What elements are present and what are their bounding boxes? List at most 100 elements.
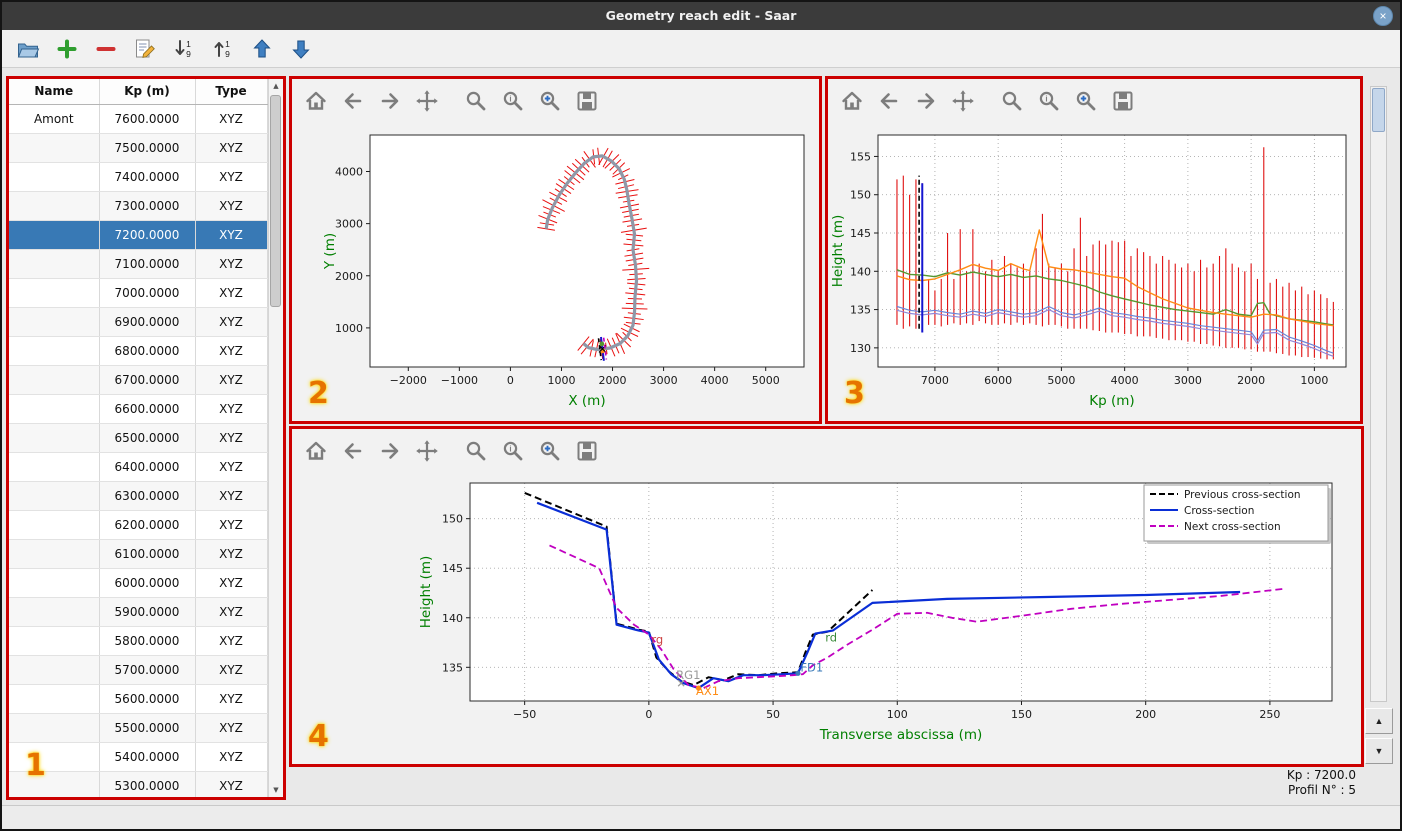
kp-cell: 6900.0000 [99,307,196,337]
zoom-original-icon[interactable]: i [501,89,525,113]
table-row[interactable]: 5700.0000 XYZ [9,655,268,685]
table-row[interactable]: 5800.0000 XYZ [9,626,268,656]
table-row[interactable]: Amont 7600.0000 XYZ [9,104,268,134]
svg-text:FD1: FD1 [800,660,823,674]
profile-up-button[interactable]: ▲ [1365,708,1393,734]
panel-label-3: 3 [844,376,865,411]
move-up-icon[interactable] [250,37,274,61]
svg-text:rd: rd [825,631,837,645]
legend: Previous cross-section Cross-section Next … [1143,484,1331,544]
table-row[interactable]: 7400.0000 XYZ [9,162,268,192]
longitudinal-profile-panel: i 7000 6000 5000 4000 3000 2000 1000 130 135 140 1… [825,76,1363,424]
zoom-icon[interactable] [1000,89,1024,113]
close-button[interactable]: × [1373,6,1393,26]
kp-cell: 7100.0000 [99,249,196,279]
forward-icon[interactable] [914,89,938,113]
table-row[interactable]: 6000.0000 XYZ [9,568,268,598]
forward-icon[interactable] [378,89,402,113]
table-scrollbar-thumb[interactable] [270,95,281,307]
back-icon[interactable] [341,439,365,463]
remove-icon[interactable] [94,37,118,61]
cross-section-panel: i −50 0 50 100 150 200 250 135 140 145 150 Transver… [289,426,1364,767]
add-icon[interactable] [55,37,79,61]
pan-icon[interactable] [415,439,439,463]
sort-ascending-icon[interactable]: 19 [211,37,235,61]
save-icon[interactable] [575,89,599,113]
table-row[interactable]: 5600.0000 XYZ [9,684,268,714]
home-icon[interactable] [304,439,328,463]
column-header[interactable]: Name [9,79,100,105]
panel-label-4: 4 [308,719,329,754]
zoom-icon[interactable] [464,89,488,113]
name-cell [9,394,100,424]
zoom-original-icon[interactable]: i [501,439,525,463]
type-cell: XYZ [195,423,268,453]
kp-cell: 5400.0000 [99,742,196,772]
name-cell [9,568,100,598]
save-icon[interactable] [1111,89,1135,113]
kp-cell: 5900.0000 [99,597,196,627]
column-header[interactable]: Kp (m) [99,79,196,105]
forward-icon[interactable] [378,439,402,463]
type-cell: XYZ [195,452,268,482]
panel-label-2: 2 [308,376,329,411]
longitudinal-chart[interactable]: 7000 6000 5000 4000 3000 2000 1000 130 135 140 145… [828,123,1360,421]
table-row[interactable]: 6800.0000 XYZ [9,336,268,366]
table-row[interactable]: 6600.0000 XYZ [9,394,268,424]
home-icon[interactable] [304,89,328,113]
move-down-icon[interactable] [289,37,313,61]
back-icon[interactable] [877,89,901,113]
edit-icon[interactable] [133,37,157,61]
zoom-original-icon[interactable]: i [1037,89,1061,113]
table-row[interactable]: 6200.0000 XYZ [9,510,268,540]
window-title: Geometry reach edit - Saar [605,8,797,23]
table-row[interactable]: 5500.0000 XYZ [9,713,268,743]
table-row[interactable]: 5300.0000 XYZ [9,771,268,797]
plan-chart[interactable]: −2000 −1000 0 1000 2000 3000 4000 5000 1000 2000 3… [292,123,819,421]
table-row[interactable]: 5400.0000 XYZ [9,742,268,772]
zoom-icon[interactable] [464,439,488,463]
svg-text:200: 200 [1135,708,1156,721]
plan-toolbar: i [292,79,819,123]
table-row[interactable]: 7000.0000 XYZ [9,278,268,308]
save-icon[interactable] [575,439,599,463]
table-row[interactable]: 7300.0000 XYZ [9,191,268,221]
table-row[interactable]: 6700.0000 XYZ [9,365,268,395]
back-icon[interactable] [341,89,365,113]
zoom-fit-icon[interactable] [1074,89,1098,113]
pan-icon[interactable] [951,89,975,113]
vertical-scrollbar[interactable] [1370,86,1387,702]
table-row[interactable]: 6400.0000 XYZ [9,452,268,482]
open-icon[interactable] [16,37,40,61]
zoom-fit-icon[interactable] [538,439,562,463]
sort-descending-icon[interactable]: 19 [172,37,196,61]
table-row[interactable]: 6900.0000 XYZ [9,307,268,337]
svg-text:9: 9 [225,49,230,59]
status-text: Kp : 7200.0 Profil N° : 5 [1287,768,1356,798]
table-row[interactable]: 7100.0000 XYZ [9,249,268,279]
name-cell [9,684,100,714]
scroll-up-icon[interactable]: ▲ [269,79,283,93]
profile-down-button[interactable]: ▼ [1365,738,1393,764]
cross-section-toolbar: i [292,429,1361,473]
titlebar[interactable]: Geometry reach edit - Saar × [2,2,1400,30]
scroll-down-icon[interactable]: ▼ [269,783,283,797]
vertical-scrollbar-thumb[interactable] [1372,88,1385,132]
svg-text:145: 145 [850,227,871,240]
type-cell: XYZ [195,307,268,337]
home-icon[interactable] [840,89,864,113]
svg-text:1000: 1000 [547,374,575,387]
table-row[interactable]: 6500.0000 XYZ [9,423,268,453]
table-row[interactable]: 6100.0000 XYZ [9,539,268,569]
column-header[interactable]: Type [195,79,268,105]
table-row[interactable]: 5900.0000 XYZ [9,597,268,627]
svg-text:Previous cross-section: Previous cross-section [1184,489,1301,501]
pan-icon[interactable] [415,89,439,113]
zoom-fit-icon[interactable] [538,89,562,113]
svg-text:150: 150 [1011,708,1032,721]
table-row[interactable]: 7200.0000 XYZ [9,220,268,250]
cross-section-chart[interactable]: −50 0 50 100 150 200 250 135 140 145 150 Transverse… [292,473,1361,764]
table-row[interactable]: 7500.0000 XYZ [9,133,268,163]
table-scrollbar[interactable]: ▲ ▼ [268,79,283,797]
table-row[interactable]: 6300.0000 XYZ [9,481,268,511]
